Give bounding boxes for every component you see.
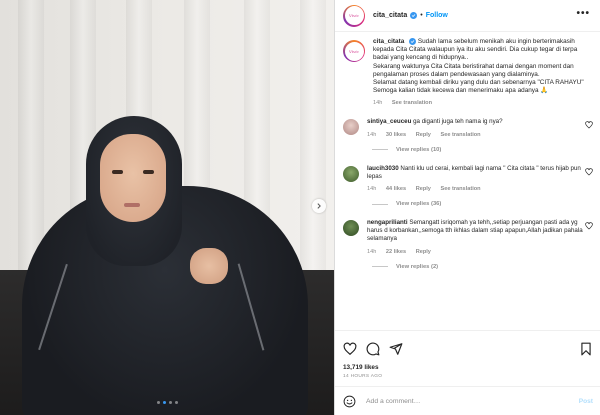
comment-body: Nanti klu ud cerai, kembali lagi nama " … (367, 164, 581, 180)
comment-item: sintiya_ceuceu ga diganti juga teh nama … (335, 118, 600, 138)
avatar-logo: Vivic (344, 41, 364, 61)
background-curtain (300, 0, 326, 300)
separator-dot: • (420, 12, 423, 19)
avatar-logo: Vivic (344, 6, 364, 25)
comment-text: nengaprilianti Semangatt isriqomah ya te… (367, 219, 583, 244)
comment-time[interactable]: 14h (367, 132, 376, 138)
comment-meta: 14h 22 likes Reply (367, 249, 583, 255)
comment-item: laucih3030 Nanti klu ud cerai, kembali l… (335, 165, 600, 192)
carousel-next-button[interactable] (312, 199, 326, 213)
carousel-dot (156, 401, 160, 404)
view-replies-label: View replies (2) (396, 263, 439, 270)
comment-item: nengaprilianti Semangatt isriqomah ya te… (335, 219, 600, 255)
follow-button[interactable]: Follow (426, 12, 448, 19)
heart-icon[interactable] (343, 342, 357, 356)
comment-time[interactable]: 14h (367, 249, 376, 255)
more-options-icon[interactable]: ••• (576, 9, 590, 19)
view-replies-label: View replies (10) (396, 146, 442, 153)
commenter-avatar[interactable] (343, 220, 359, 237)
carousel-dot (168, 401, 172, 404)
caption-paragraph: Sudah lama sebelum menikah aku ingin ber… (373, 38, 578, 62)
comment-username[interactable]: nengaprilianti (367, 219, 408, 226)
comment-meta: 14h 44 likes Reply See translation (367, 186, 583, 192)
author-username[interactable]: cita_citata (373, 12, 407, 19)
view-replies-button[interactable]: View replies (10) (372, 147, 600, 153)
hand (190, 248, 228, 284)
comment-username[interactable]: sintiya_ceuceu (367, 118, 411, 125)
bookmark-icon[interactable] (579, 342, 593, 356)
post-media[interactable] (0, 0, 334, 415)
eye (112, 170, 123, 174)
post-timestamp: 14 HOURS AGO (343, 374, 383, 379)
post-caption: Vivic cita_citata Sudah lama sebelum men… (335, 34, 600, 106)
replies-divider (372, 203, 388, 205)
post-header: Vivic cita_citata • Follow ••• (335, 0, 600, 32)
commenter-avatar[interactable] (343, 119, 359, 136)
caption-time[interactable]: 14h (373, 100, 382, 106)
comment-body: ga diganti juga teh nama ig nya? (413, 118, 503, 126)
carousel-dot (174, 401, 178, 404)
author-avatar[interactable]: Vivic (343, 4, 365, 27)
comment-input[interactable] (366, 397, 579, 405)
comment-likes[interactable]: 44 likes (386, 186, 406, 192)
comment-likes[interactable]: 30 likes (386, 132, 406, 138)
reply-button[interactable]: Reply (416, 249, 431, 255)
view-replies-label: View replies (36) (396, 201, 442, 208)
reply-button[interactable]: Reply (416, 186, 431, 192)
comment-icon[interactable] (366, 342, 380, 356)
comment-likes[interactable]: 22 likes (386, 249, 406, 255)
lips (124, 203, 140, 207)
comment-username[interactable]: laucih3030 (367, 165, 399, 172)
replies-divider (372, 266, 388, 268)
carousel-dots (0, 401, 334, 404)
caption-paragraph: Sekarang waktunya Cita Citata beristirah… (373, 62, 574, 78)
heart-icon[interactable] (585, 121, 593, 129)
eye (143, 170, 154, 174)
caption-text: cita_citata Sudah lama sebelum menikah a… (373, 38, 587, 95)
comments-list[interactable]: Vivic cita_citata Sudah lama sebelum men… (335, 34, 600, 328)
commenter-avatar[interactable] (343, 165, 359, 182)
carousel-dot-active (162, 401, 166, 404)
view-replies-button[interactable]: View replies (36) (372, 201, 600, 207)
comment-text: sintiya_ceuceu ga diganti juga teh nama … (367, 118, 583, 126)
share-icon[interactable] (389, 342, 403, 356)
likes-count[interactable]: 13,719 likes (343, 364, 593, 371)
caption-avatar[interactable]: Vivic (343, 40, 365, 62)
see-translation-link[interactable]: See translation (440, 186, 480, 192)
caption-meta: 14h See translation (373, 100, 587, 106)
post-actions: 13,719 likes 14 HOURS AGO (335, 330, 600, 386)
view-replies-button[interactable]: View replies (2) (372, 264, 600, 270)
replies-divider (372, 149, 388, 151)
see-translation-link[interactable]: See translation (392, 100, 432, 106)
comment-meta: 14h 30 likes Reply See translation (367, 132, 583, 138)
post-comment-button[interactable]: Post (579, 398, 593, 405)
add-comment-bar: Post (335, 386, 600, 415)
verified-badge-icon (409, 38, 417, 45)
chevron-right-icon (317, 203, 321, 209)
post-side-panel: Vivic cita_citata • Follow ••• Vivic cit… (334, 0, 600, 415)
verified-badge-icon (410, 12, 418, 19)
face (100, 134, 166, 222)
heart-icon[interactable] (585, 167, 593, 176)
caption-paragraph: Selamat datang kembali diriku yang dulu … (373, 79, 584, 87)
heart-icon[interactable] (585, 222, 593, 230)
reply-button[interactable]: Reply (416, 132, 431, 138)
emoji-icon[interactable] (343, 395, 356, 408)
comment-text: laucih3030 Nanti klu ud cerai, kembali l… (367, 165, 583, 181)
see-translation-link[interactable]: See translation (440, 132, 480, 138)
comment-time[interactable]: 14h (367, 186, 376, 192)
caption-paragraph: Semoga kalian tidak kecewa dan menerimak… (373, 87, 549, 95)
caption-username[interactable]: cita_citata (373, 38, 404, 45)
